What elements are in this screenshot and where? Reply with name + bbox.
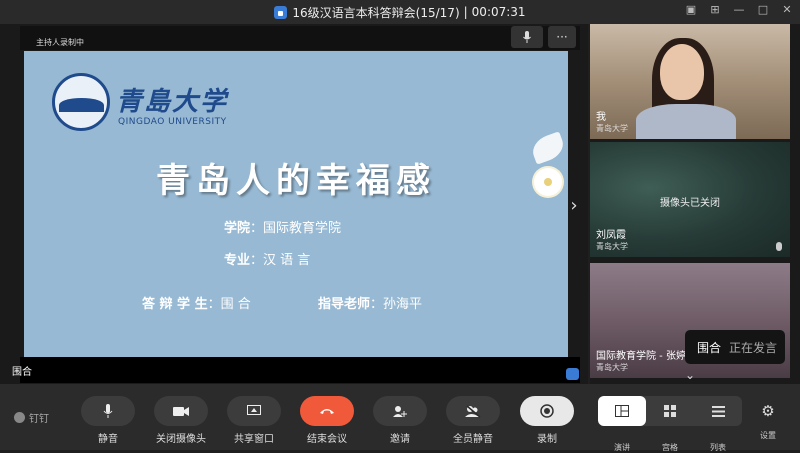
participant-org: 青岛大学 — [596, 242, 628, 251]
share-label: 共享窗口 — [234, 434, 274, 445]
mute-button[interactable] — [81, 396, 135, 426]
shared-slide: 青島大学 QINGDAO UNIVERSITY 青岛人的幸福感 学院：国际教育学… — [24, 51, 568, 357]
major-value: 汉 语 言 — [263, 253, 311, 268]
microphone-icon — [776, 242, 782, 251]
view-speaker-label: 演讲 — [614, 443, 630, 452]
settings-label: 设置 — [760, 431, 776, 440]
stage-bottom-bar — [20, 357, 580, 383]
camera-button[interactable] — [154, 396, 208, 426]
record-icon — [540, 404, 554, 418]
participant-name: 国际教育学院 - 张婷 — [596, 351, 686, 362]
title-separator: | — [463, 5, 468, 19]
add-person-icon — [393, 405, 407, 417]
security-lock-icon — [274, 5, 288, 19]
share-window-button[interactable] — [227, 396, 281, 426]
university-seal-logo — [52, 73, 110, 131]
college-row: 学院：国际教育学院 — [224, 221, 342, 236]
flower-icon — [534, 168, 562, 196]
dingtalk-logo-icon — [14, 412, 25, 423]
view-mode-switch: 演讲 宫格 列表 — [598, 396, 742, 452]
view-grid-button[interactable] — [646, 396, 694, 426]
slide-title: 青岛人的幸福感 — [156, 161, 436, 201]
student-value: 围 合 — [220, 297, 251, 312]
participant-face — [660, 44, 704, 100]
end-meeting-label: 结束会议 — [307, 434, 347, 445]
maximize-icon[interactable]: □ — [756, 3, 770, 16]
meeting-timer: 00:07:31 — [471, 5, 526, 19]
end-meeting-button[interactable] — [300, 396, 354, 426]
advisor-row: 指导老师：孙海平 — [318, 297, 423, 312]
list-view-icon — [711, 405, 725, 417]
advisor-value: 孙海平 — [383, 297, 423, 312]
camera-icon — [173, 406, 189, 416]
brand-name: 钉钉 — [29, 414, 49, 425]
stage-mic-button[interactable] — [511, 26, 543, 48]
next-page-arrow[interactable]: › — [566, 190, 582, 220]
view-speaker-button[interactable] — [598, 396, 646, 426]
college-label: 学院 — [224, 221, 251, 236]
brand: 钉钉 — [14, 410, 49, 425]
host-recording-bar — [20, 26, 580, 50]
mute-label: 静音 — [98, 434, 118, 445]
meeting-title: 16级汉语言本科答辩会(15/17) — [292, 5, 460, 20]
participant-tile[interactable]: 我 青岛大学 — [590, 24, 790, 139]
speaking-name: 围合 — [697, 340, 722, 355]
leaf-decoration — [528, 131, 568, 165]
microphone-icon — [103, 404, 113, 418]
screenshot-icon[interactable]: ▣ — [684, 3, 698, 16]
close-icon[interactable]: ✕ — [780, 3, 794, 16]
mute-all-button[interactable] — [446, 396, 500, 426]
college-value: 国际教育学院 — [263, 221, 342, 236]
camera-off-label: 摄像头已关闭 — [660, 198, 720, 209]
participant-org: 青岛大学 — [596, 363, 628, 372]
mute-all-label: 全员静音 — [453, 434, 493, 445]
chat-icon[interactable] — [566, 368, 579, 380]
share-screen-icon — [247, 405, 261, 415]
flower-decoration — [528, 131, 568, 196]
major-row: 专业：汉 语 言 — [224, 253, 311, 268]
stage-speaker-name: 围合 — [12, 367, 32, 378]
view-grid-label: 宫格 — [662, 443, 678, 452]
camera-label: 关闭摄像头 — [156, 434, 206, 445]
view-list-label: 列表 — [710, 443, 726, 452]
host-recording-label: 主持人录制中 — [36, 38, 84, 47]
gear-icon[interactable]: ⚙ — [758, 402, 778, 422]
speaking-indicator: 围合 正在发言 — [685, 330, 785, 364]
participant-name: 我 — [596, 112, 606, 123]
record-button[interactable] — [520, 396, 574, 426]
student-row: 答 辩 学 生：围 合 — [142, 297, 251, 312]
grid-view-icon — [664, 405, 676, 417]
mute-all-icon — [465, 404, 481, 418]
major-label: 专业 — [224, 253, 251, 268]
invite-label: 邀请 — [390, 434, 410, 445]
microphone-icon — [523, 31, 531, 43]
participant-name: 刘凤霞 — [596, 230, 626, 241]
participant-tile[interactable]: 摄像头已关闭 刘凤霞 青岛大学 — [590, 142, 790, 257]
participant-body — [636, 104, 736, 139]
hang-up-icon — [320, 409, 334, 414]
speaker-view-icon — [615, 405, 629, 417]
stage-more-button[interactable]: ··· — [548, 26, 576, 48]
participant-org: 青岛大学 — [596, 124, 628, 133]
record-label: 录制 — [537, 434, 557, 445]
invite-button[interactable] — [373, 396, 427, 426]
view-list-button[interactable] — [694, 396, 742, 426]
student-label: 答 辩 学 生 — [142, 297, 208, 312]
meeting-toolbar: 钉钉 静音 关闭摄像头 共享窗口 结束会议 邀请 全员静音 录制 演讲 宫格 列… — [0, 384, 800, 452]
advisor-label: 指导老师 — [318, 297, 371, 312]
minimize-icon[interactable]: — — [732, 3, 746, 16]
logo-english-name: QINGDAO UNIVERSITY — [118, 117, 227, 127]
speaking-status: 正在发言 — [729, 340, 778, 355]
window-controls: ▣ ⊞ — □ ✕ — [684, 3, 794, 16]
window-titlebar: 16级汉语言本科答辩会(15/17) | 00:07:31 ▣ ⊞ — □ ✕ — [0, 0, 800, 24]
chevron-down-icon[interactable]: ⌄ — [685, 368, 699, 382]
logo-chinese-name: 青島大学 — [116, 87, 229, 117]
grid-icon[interactable]: ⊞ — [708, 3, 722, 16]
